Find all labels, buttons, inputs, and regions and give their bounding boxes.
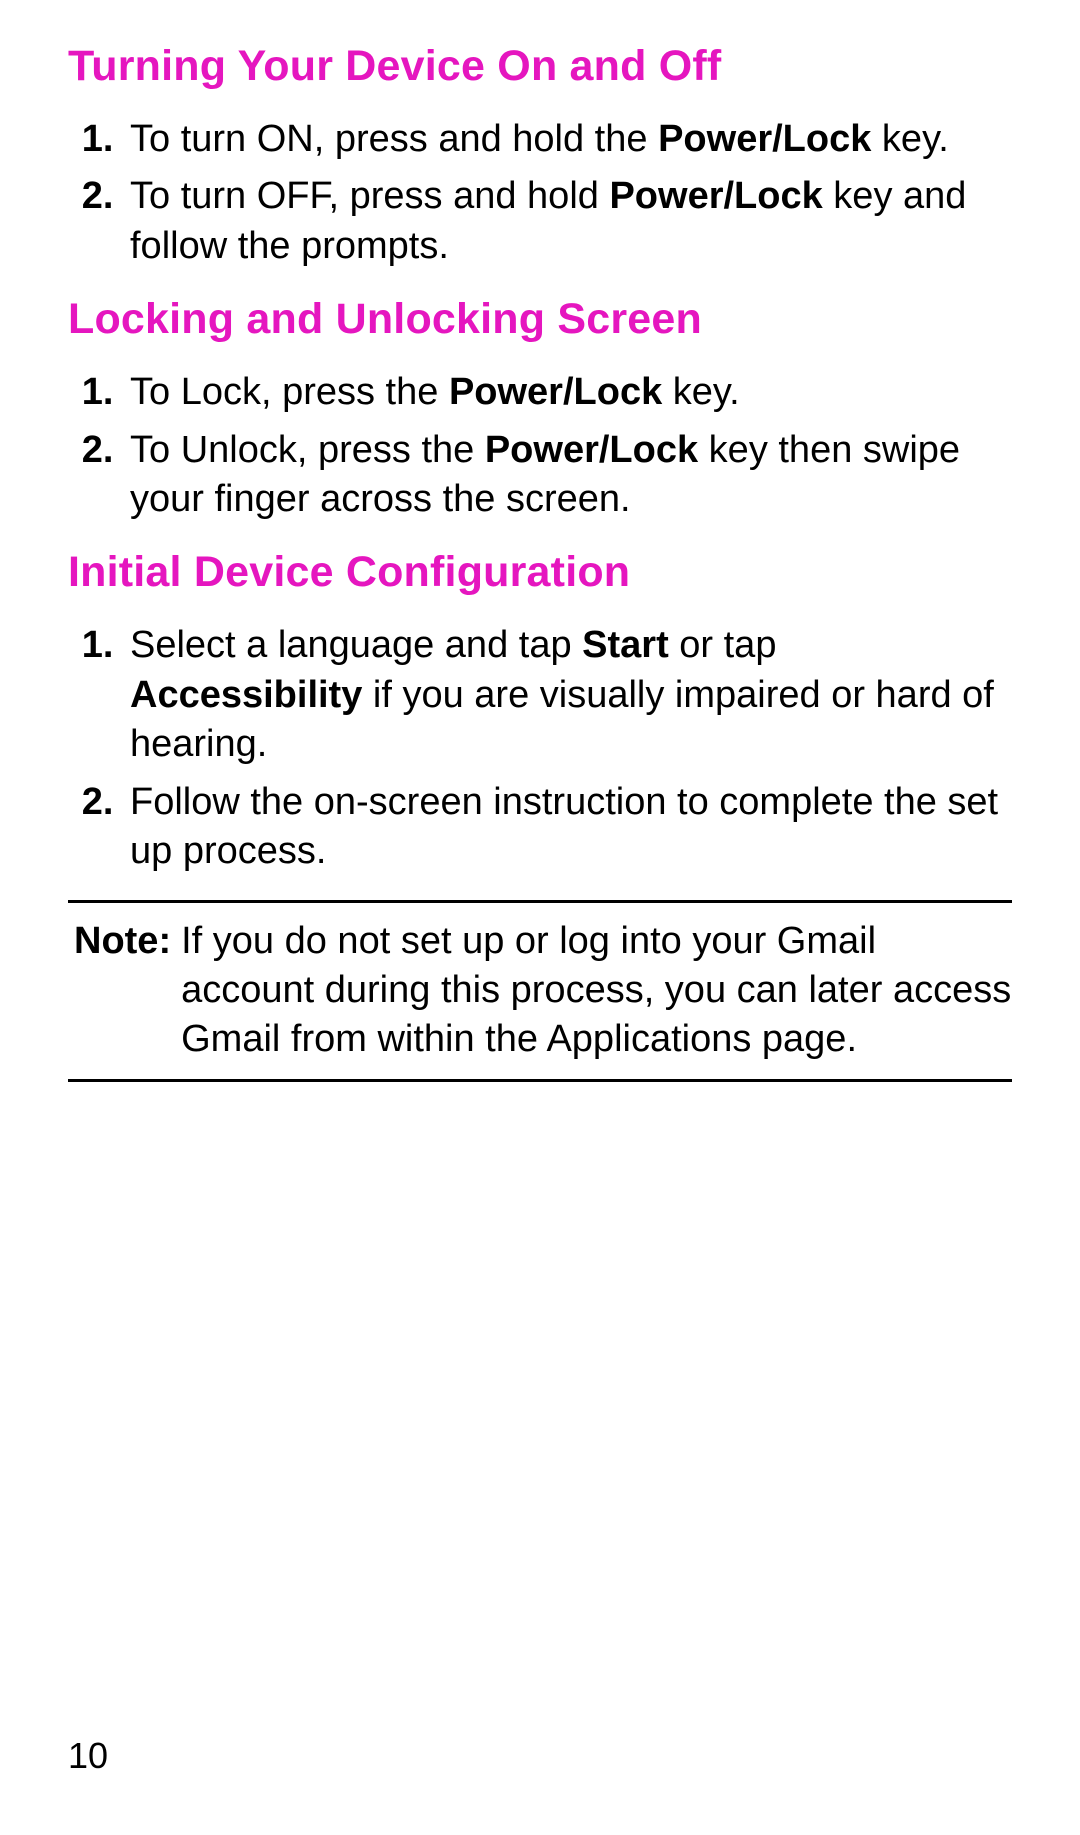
list-item-text: To turn ON, press and hold the — [130, 118, 658, 160]
list-item-text: To Unlock, press the — [130, 429, 485, 471]
section-heading: Turning Your Device On and Off — [68, 42, 1012, 91]
list-item: Select a language and tap Start or tap A… — [124, 621, 1012, 769]
list-item: To turn ON, press and hold the Power/Loc… — [124, 115, 1012, 164]
note-block: Note: If you do not set up or log into y… — [68, 900, 1012, 1082]
ordered-list: To turn ON, press and hold the Power/Loc… — [68, 115, 1012, 271]
list-item: To Lock, press the Power/Lock key. — [124, 368, 1012, 417]
list-item-text: key. — [662, 371, 739, 413]
note-label: Note: — [68, 917, 171, 1063]
page-number: 10 — [68, 1735, 108, 1777]
list-item-bold: Power/Lock — [485, 429, 698, 471]
list-item-text: Follow the on-screen instruction to comp… — [130, 781, 998, 872]
ordered-list: Select a language and tap Start or tap A… — [68, 621, 1012, 876]
list-item: To turn OFF, press and hold Power/Lock k… — [124, 172, 1012, 271]
list-item-text: To turn OFF, press and hold — [130, 175, 609, 217]
list-item-bold: Power/Lock — [658, 118, 871, 160]
ordered-list: To Lock, press the Power/Lock key. To Un… — [68, 368, 1012, 524]
section-heading: Initial Device Configuration — [68, 548, 1012, 597]
list-item-text: Select a language and tap — [130, 624, 582, 666]
list-item-text: To Lock, press the — [130, 371, 449, 413]
list-item-text: or tap — [669, 624, 777, 666]
list-item-bold: Start — [582, 624, 669, 666]
note-row: Note: If you do not set up or log into y… — [68, 917, 1012, 1063]
list-item: Follow the on-screen instruction to comp… — [124, 778, 1012, 877]
section-heading: Locking and Unlocking Screen — [68, 295, 1012, 344]
list-item-bold: Power/Lock — [609, 175, 822, 217]
list-item-bold: Power/Lock — [449, 371, 662, 413]
list-item: To Unlock, press the Power/Lock key then… — [124, 426, 1012, 525]
list-item-text: key. — [871, 118, 948, 160]
note-body: If you do not set up or log into your Gm… — [171, 917, 1012, 1063]
list-item-bold: Accessibility — [130, 674, 362, 716]
document-page: Turning Your Device On and Off To turn O… — [0, 0, 1080, 1835]
